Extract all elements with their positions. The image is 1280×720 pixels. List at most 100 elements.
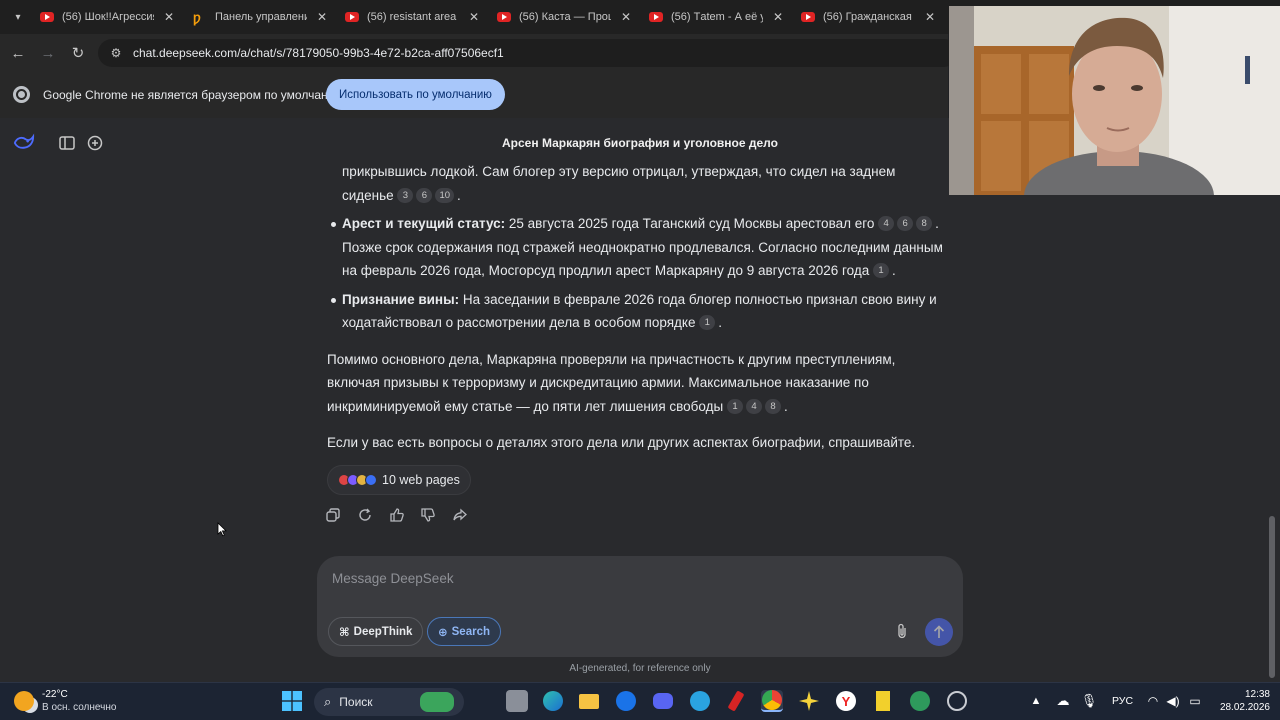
close-tab-icon[interactable]: ✕ [317,10,327,24]
webcam-overlay [949,6,1280,195]
globe-icon: ⊕ [438,626,448,639]
assistant-message: прикрывшись лодкой. Сам блогер эту верси… [327,160,947,455]
edge-icon[interactable] [542,690,564,712]
task-view-icon[interactable] [506,690,528,712]
telegram-icon[interactable] [689,690,711,712]
list-item: Арест и текущий статус: 25 августа 2025 … [331,212,947,283]
browser-tab[interactable]: (56) Каста — Прошё ✕ [497,4,631,30]
youtube-icon [649,12,663,22]
list-item: Признание вины: На заседании в феврале 2… [331,288,947,335]
scrollbar[interactable] [1269,516,1275,678]
tab-search-button[interactable]: ▾ [8,7,28,27]
discord-icon[interactable] [652,690,674,712]
citation-badge[interactable]: 8 [764,398,781,414]
weather-condition: В осн. солнечно [42,702,117,713]
back-arrow-icon[interactable]: ← [8,43,28,63]
mouse-cursor-icon [217,522,227,537]
share-icon[interactable] [451,506,469,524]
date: 28.02.2026 [1219,702,1270,713]
windows-start-icon[interactable] [281,690,303,712]
deepseek-page: Арсен Маркарян биография и уголовное дел… [0,118,1280,682]
yellow-app-icon[interactable] [872,690,894,712]
cloud-icon[interactable]: ☁ [1052,690,1074,712]
search-highlight-icon [420,692,454,712]
tab-title: (56) Шок!!Агрессия!! [62,11,154,23]
deepthink-button[interactable]: ⌘ DeepThink [328,617,424,646]
time: 12:38 [1244,689,1270,700]
panel-icon: Ƿ [193,12,201,26]
microphone-icon[interactable]: 🎙 [1078,690,1100,712]
windows-taskbar: -22°C В осн. солнечно ⌕ Поиск Y ▲ ☁ 🎙 РУ… [0,682,1280,720]
search-icon: ⌕ [324,694,332,709]
browser-tab[interactable]: (56) Шок!!Агрессия!! ✕ [40,4,174,30]
web-pages-label: 10 web pages [382,473,460,487]
search-button[interactable]: ⊕ Search [427,617,501,646]
citation-badge[interactable]: 4 [878,216,895,231]
bullet-label: Арест и текущий статус: [342,216,506,231]
infobar-message: Google Chrome не является браузером по у… [43,88,347,102]
citation-badge[interactable]: 4 [745,398,762,414]
youtube-icon [345,12,359,22]
search-label: Поиск [339,695,373,709]
deepthink-label: DeepThink [353,625,413,638]
close-tab-icon[interactable]: ✕ [469,10,479,24]
clock[interactable]: 12:38 28.02.2026 [1214,688,1270,714]
green-app-icon[interactable] [909,690,931,712]
chrome-taskbar-icon[interactable] [761,690,783,712]
browser-tab[interactable]: (56) Тatem - А её ул ✕ [649,4,783,30]
chevron-up-icon[interactable]: ▲ [1025,690,1047,712]
language-indicator[interactable]: РУС [1112,695,1133,707]
close-tab-icon[interactable]: ✕ [621,10,631,24]
battery-icon[interactable]: ▭ [1184,690,1206,712]
file-explorer-icon[interactable] [578,690,600,712]
sun-app-icon[interactable] [798,690,820,712]
message-text: Помимо основного дела, Маркаряна проверя… [327,351,896,414]
copy-icon[interactable] [324,506,342,524]
citation-badge[interactable]: 1 [872,263,889,278]
wifi-icon[interactable]: ◠ [1142,690,1164,712]
browser-tab[interactable]: Ƿ Панель управления ✕ [193,4,327,30]
set-default-button[interactable]: Использовать по умолчанию [326,79,505,110]
paperclip-icon[interactable] [893,622,911,640]
volume-icon[interactable]: ◀) [1162,690,1184,712]
regenerate-icon[interactable] [356,506,374,524]
address-bar[interactable]: ⚙ chat.deepseek.com/a/chat/s/78179050-99… [98,39,958,67]
tab-title: (56) Тatem - А её ул [671,11,763,23]
citation-badge[interactable]: 8 [916,216,933,231]
browser-tab[interactable]: (56) Гражданская Об ✕ [801,4,935,30]
close-tab-icon[interactable]: ✕ [164,10,174,24]
forward-arrow-icon[interactable]: → [38,43,58,63]
browser-tab[interactable]: (56) resistant area - Y ✕ [345,4,479,30]
temperature: -22°C [42,689,68,700]
tab-title: (56) Гражданская Об [823,11,915,23]
citation-badge[interactable]: 10 [435,187,455,203]
yandex-icon[interactable]: Y [835,690,857,712]
browser-toolbar: ← → ↻ ⚙ chat.deepseek.com/a/chat/s/78179… [0,34,958,72]
citation-badge[interactable]: 6 [897,216,914,231]
bullet-text: 25 августа 2025 года Таганский суд Москв… [508,216,875,231]
taskbar-search[interactable]: ⌕ Поиск [314,688,464,716]
citation-badge[interactable]: 3 [397,187,414,203]
bullet-text: Позже срок содержания под стражей неодно… [342,239,943,279]
url-text[interactable]: chat.deepseek.com/a/chat/s/78179050-99b3… [133,46,504,60]
weather-widget[interactable]: -22°C В осн. солнечно [14,688,116,714]
send-button[interactable] [925,618,953,646]
citation-badge[interactable]: 6 [416,187,433,203]
close-tab-icon[interactable]: ✕ [925,10,935,24]
message-input[interactable]: Message DeepSeek [332,571,454,586]
close-tab-icon[interactable]: ✕ [773,10,783,24]
message-composer[interactable]: Message DeepSeek ⌘ DeepThink ⊕ Search [317,556,963,657]
settings-app-icon[interactable] [946,690,968,712]
thumbs-up-icon[interactable] [388,506,406,524]
site-info-icon[interactable]: ⚙ [108,45,124,61]
ai-disclaimer: AI-generated, for reference only [569,663,711,674]
citation-badge[interactable]: 1 [726,398,743,414]
web-sources-button[interactable]: 10 web pages [327,465,471,495]
red-app-icon[interactable] [725,690,747,712]
message-paragraph: Если у вас есть вопросы о деталях этого … [327,431,947,455]
reload-icon[interactable]: ↻ [68,43,88,63]
thumbs-down-icon[interactable] [419,506,437,524]
default-browser-infobar: Google Chrome не является браузером по у… [0,72,948,118]
browser-app-icon[interactable] [615,690,637,712]
citation-badge[interactable]: 1 [699,315,716,330]
